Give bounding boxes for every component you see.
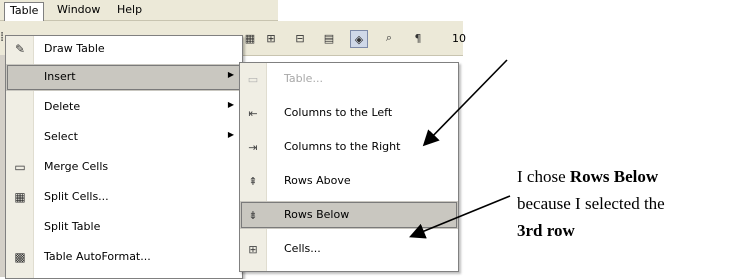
menu-item-label: Split Cells... bbox=[44, 190, 109, 203]
submenu-item-label: Columns to the Left bbox=[284, 106, 393, 119]
table-menu: ✎ Draw Table Insert ▶ Delete ▶ Select ▶ … bbox=[5, 35, 243, 279]
menu-window-label: Window bbox=[57, 3, 101, 16]
submenu-item-columns-right[interactable]: ⇥ Columns to the Right bbox=[240, 133, 458, 161]
annotation-line-1: I chose Rows Below bbox=[517, 163, 735, 190]
pilcrow-icon[interactable]: ¶ bbox=[410, 30, 426, 46]
menu-item-split-table[interactable]: Split Table bbox=[6, 214, 242, 241]
menu-item-label: Draw Table bbox=[44, 42, 105, 55]
menu-item-label: Select bbox=[44, 130, 78, 143]
submenu-item-rows-above[interactable]: ⇞ Rows Above bbox=[240, 167, 458, 195]
menu-item-label: Merge Cells bbox=[44, 160, 109, 173]
menu-item-draw-table[interactable]: ✎ Draw Table bbox=[6, 36, 242, 63]
menu-item-select[interactable]: Select ▶ bbox=[6, 124, 242, 151]
merge-cells-icon: ▭ bbox=[14, 160, 26, 174]
cells-icon: ⊞ bbox=[248, 242, 258, 256]
insert-table-icon[interactable]: ▦ bbox=[242, 30, 258, 46]
menu-help-label: Help bbox=[117, 3, 143, 16]
menu-item-table-autoformat[interactable]: ▩ Table AutoFormat... bbox=[6, 244, 242, 271]
annotation-line-2: because I selected the bbox=[517, 194, 665, 213]
rows-below-icon: ⇟ bbox=[248, 208, 258, 222]
menu-table[interactable]: Table bbox=[4, 2, 45, 21]
submenu-item-rows-below[interactable]: ⇟ Rows Below bbox=[240, 201, 458, 229]
menu-table-label: Table bbox=[10, 4, 39, 17]
menu-item-label: Split Table bbox=[44, 220, 101, 233]
menu-help[interactable]: Help bbox=[112, 2, 147, 18]
menu-item-split-cells[interactable]: ▦ Split Cells... bbox=[6, 184, 242, 211]
submenu-item-table[interactable]: ▭ Table... bbox=[240, 65, 458, 93]
shading-icon[interactable]: ◈ bbox=[350, 30, 368, 48]
table-view-icon[interactable]: ▤ bbox=[321, 30, 337, 46]
annotation-bold-choice: Rows Below bbox=[569, 167, 659, 186]
columns-icon[interactable]: ⊞ bbox=[263, 30, 279, 46]
rows-above-icon: ⇞ bbox=[248, 174, 258, 188]
toolbar-edge-icon[interactable]: ⁞ bbox=[0, 30, 4, 45]
annotation-line-3: 3rd row bbox=[517, 217, 735, 244]
menu-item-delete[interactable]: Delete ▶ bbox=[6, 94, 242, 121]
table-icon: ▭ bbox=[247, 72, 259, 86]
submenu-item-columns-left[interactable]: ⇤ Columns to the Left bbox=[240, 99, 458, 127]
menu-window[interactable]: Window bbox=[52, 2, 105, 18]
insert-submenu: ▭ Table... ⇤ Columns to the Left ⇥ Colum… bbox=[239, 62, 459, 272]
submenu-arrow-icon: ▶ bbox=[227, 70, 234, 79]
annotation-bold-row: 3rd row bbox=[517, 221, 575, 240]
merge-icon[interactable]: ⊟ bbox=[292, 30, 308, 46]
menu-item-label: Table AutoFormat... bbox=[44, 250, 151, 263]
menu-item-label: Delete bbox=[44, 100, 81, 113]
menu-bar: Table Window Help bbox=[0, 0, 278, 21]
submenu-arrow-icon: ▶ bbox=[227, 130, 234, 139]
split-cells-icon: ▦ bbox=[14, 190, 26, 204]
annotation-text: I chose Rows Below because I selected th… bbox=[517, 163, 735, 244]
submenu-item-label: Table... bbox=[284, 72, 323, 85]
menu-item-merge-cells[interactable]: ▭ Merge Cells bbox=[6, 154, 242, 181]
columns-right-icon: ⇥ bbox=[248, 140, 258, 154]
annotation-prefix: I chose bbox=[517, 167, 570, 186]
submenu-item-label: Columns to the Right bbox=[284, 140, 401, 153]
submenu-item-label: Cells... bbox=[284, 242, 321, 255]
font-size-field[interactable]: 10 bbox=[452, 32, 466, 45]
submenu-item-cells[interactable]: ⊞ Cells... bbox=[240, 235, 458, 263]
columns-left-icon: ⇤ bbox=[248, 106, 258, 120]
menu-item-insert[interactable]: Insert ▶ bbox=[6, 64, 242, 91]
zoom-icon[interactable]: ⌕ bbox=[381, 30, 397, 46]
submenu-arrow-icon: ▶ bbox=[227, 100, 234, 109]
submenu-item-label: Rows Below bbox=[284, 208, 350, 221]
menu-item-label: Insert bbox=[44, 70, 76, 83]
autoformat-icon: ▩ bbox=[14, 250, 26, 264]
submenu-item-label: Rows Above bbox=[284, 174, 351, 187]
pencil-icon: ✎ bbox=[14, 42, 26, 56]
